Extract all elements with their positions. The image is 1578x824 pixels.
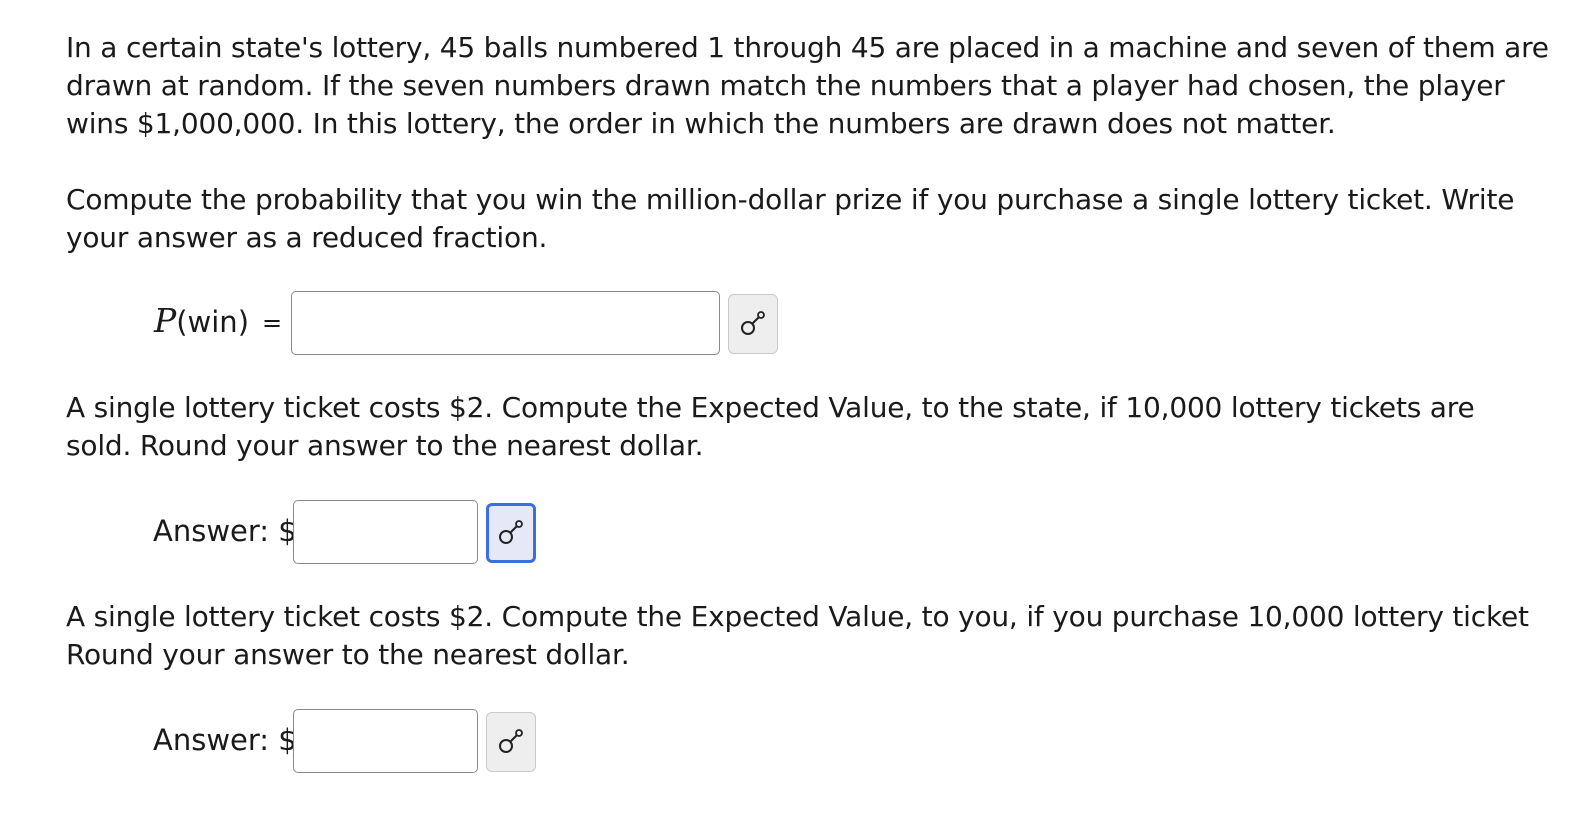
math-editor-key-icon (499, 520, 523, 544)
p-variable: P (154, 301, 177, 340)
part1-prompt-line: Compute the probability that you win the… (66, 183, 1515, 216)
math-editor-key-icon (741, 311, 765, 335)
p-win-suffix: (win) (176, 305, 250, 339)
part1-prompt-line: your answer as a reduced fraction. (66, 221, 548, 254)
part2-prompt-line: sold. Round your answer to the nearest d… (66, 429, 704, 462)
equals-sign: = (262, 309, 283, 337)
you-ev-label: Answer: $ (153, 723, 297, 757)
part2-prompt-line: A single lottery ticket costs $2. Comput… (66, 391, 1475, 424)
you-ev-math-tool-button[interactable] (486, 712, 536, 772)
part1-prompt: Compute the probability that you win the… (66, 181, 1578, 257)
problem-intro-line: drawn at random. If the seven numbers dr… (66, 69, 1505, 102)
state-ev-label: Answer: $ (153, 514, 297, 548)
problem-intro-line: wins $1,000,000. In this lottery, the or… (66, 107, 1336, 140)
p-win-math-tool-button[interactable] (728, 294, 778, 354)
p-win-label: P(win) (154, 302, 249, 341)
part2-prompt: A single lottery ticket costs $2. Comput… (66, 389, 1578, 465)
problem-intro-line: In a certain state's lottery, 45 balls n… (66, 31, 1549, 64)
state-ev-input[interactable] (293, 500, 478, 564)
you-ev-input[interactable] (293, 709, 478, 773)
part3-prompt-line: A single lottery ticket costs $2. Comput… (66, 600, 1529, 633)
p-win-input[interactable] (291, 291, 720, 355)
state-ev-math-tool-button[interactable] (486, 503, 536, 563)
part3-prompt: A single lottery ticket costs $2. Comput… (66, 598, 1578, 674)
math-editor-key-icon (499, 729, 523, 753)
problem-intro: In a certain state's lottery, 45 balls n… (66, 29, 1578, 143)
part3-prompt-line: Round your answer to the nearest dollar. (66, 638, 630, 671)
